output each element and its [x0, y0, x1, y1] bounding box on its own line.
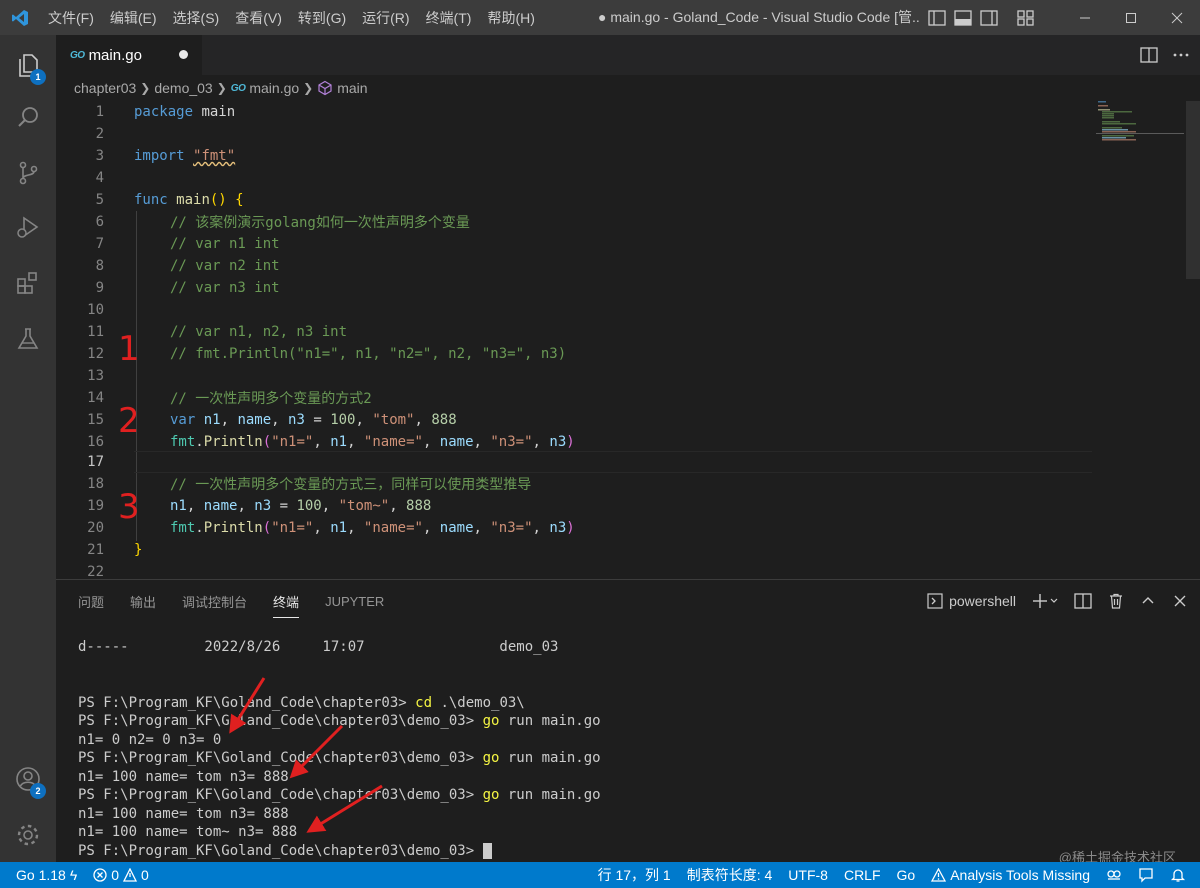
breadcrumb-file[interactable]: main.go	[249, 80, 299, 96]
symbol-method-icon	[318, 80, 332, 96]
menu-selection[interactable]: 选择(S)	[165, 8, 228, 28]
annotation-3: 3	[118, 487, 140, 527]
status-bar: Go 1.18 ϟ 0 0 行 17，列 1 制表符长度: 4 UTF-8 CRL…	[0, 862, 1200, 888]
toggle-sidebar-icon[interactable]	[928, 9, 946, 26]
close-button[interactable]	[1154, 0, 1200, 35]
code-line: 4	[95, 170, 104, 186]
menu-view[interactable]: 查看(V)	[227, 8, 290, 28]
source-control-button[interactable]	[0, 147, 56, 199]
analysis-tools-status[interactable]: Analysis Tools Missing	[923, 862, 1098, 888]
minimap[interactable]	[1096, 101, 1184, 161]
breadcrumb-folder-chapter03[interactable]: chapter03	[74, 80, 136, 96]
code-line: 1 package main	[95, 104, 236, 120]
more-actions-icon[interactable]	[1172, 47, 1190, 63]
search-icon	[18, 107, 38, 127]
editor-scrollbar[interactable]	[1186, 101, 1200, 279]
code-line: 21}	[87, 542, 143, 558]
breadcrumb-folder-demo03[interactable]: demo_03	[154, 80, 212, 96]
code-line: 2	[95, 126, 104, 142]
chevron-right-icon: ❯	[140, 81, 151, 95]
cursor-position-status[interactable]: 行 17，列 1	[590, 862, 679, 888]
menu-file[interactable]: 文件(F)	[40, 8, 102, 28]
maximize-button[interactable]	[1108, 0, 1154, 35]
code-line: 8// var n2 int	[95, 258, 280, 274]
annotation-arrows	[229, 677, 383, 833]
tab-main-go[interactable]: GO main.go	[56, 35, 202, 75]
menu-run[interactable]: 运行(R)	[354, 8, 417, 28]
eol-status[interactable]: CRLF	[836, 862, 889, 888]
error-icon	[93, 868, 107, 882]
code-line: 16 fmt.Println("n1=", n1, "name=", name, …	[87, 434, 575, 450]
toggle-secondary-sidebar-icon[interactable]	[980, 9, 998, 26]
menu-edit[interactable]: 编辑(E)	[102, 8, 165, 28]
accounts-button[interactable]: 2	[0, 753, 56, 805]
customize-layout-icon[interactable]	[1016, 9, 1036, 26]
lightning-icon: ϟ	[69, 867, 78, 883]
code-editor[interactable]: 1 package main 2 3 import "fmt" 4 5 func ma…	[56, 101, 1200, 579]
breadcrumb: chapter03 ❯ demo_03 ❯ GO main.go ❯ main	[56, 75, 1200, 101]
accounts-badge: 2	[30, 783, 46, 799]
go-file-icon: GO	[70, 49, 85, 61]
bottom-panel: 问题 输出 调试控制台 终端 JUPYTER powershell d-----…	[56, 579, 1200, 862]
encoding-status[interactable]: UTF-8	[780, 862, 836, 888]
tab-size-status[interactable]: 制表符长度: 4	[679, 862, 781, 888]
window-title: ● main.go - Goland_Code - Visual Studio …	[598, 9, 920, 25]
go-file-icon: GO	[230, 82, 246, 94]
explorer-button[interactable]: 1	[0, 39, 56, 91]
annotation-2: 2	[118, 401, 140, 441]
menu-bar: 文件(F) 编辑(E) 选择(S) 查看(V) 转到(G) 运行(R) 终端(T…	[40, 0, 543, 35]
split-editor-icon[interactable]	[1140, 47, 1158, 63]
code-line: 12// fmt.Println("n1=", n1, "n2=", n2, "…	[87, 346, 567, 362]
code-line: 5 func main() {	[95, 192, 244, 208]
gear-icon	[17, 824, 39, 846]
flask-icon	[17, 328, 39, 349]
explorer-badge: 1	[30, 69, 46, 85]
code-line: 15 var n1, name, n3 = 100, "tom", 888	[87, 412, 457, 428]
run-debug-button[interactable]	[0, 201, 56, 253]
feedback-icon[interactable]	[1130, 862, 1162, 888]
warning-icon	[931, 868, 947, 882]
code-line: 20 fmt.Println("n1=", n1, "name=", name, …	[87, 520, 575, 536]
code-line: 22	[87, 564, 104, 579]
notifications-bell-icon[interactable]	[1162, 862, 1194, 888]
tab-label: main.go	[88, 46, 142, 64]
source-control-icon	[19, 161, 38, 185]
code-line: 18// 一次性声明多个变量的方式三，同样可以使用类型推导	[87, 476, 532, 493]
toggle-panel-icon[interactable]	[954, 9, 972, 26]
menu-go[interactable]: 转到(G)	[290, 8, 354, 28]
code-line: 13	[87, 368, 104, 384]
code-line: 9// var n3 int	[95, 280, 280, 296]
testing-button[interactable]	[0, 313, 56, 365]
menu-help[interactable]: 帮助(H)	[479, 8, 542, 28]
code-line: 11// var n1, n2, n3 int	[87, 324, 348, 340]
unsaved-dot-icon[interactable]	[179, 50, 188, 59]
chevron-right-icon: ❯	[303, 81, 314, 95]
breadcrumb-symbol[interactable]: main	[337, 80, 367, 96]
copilot-icon[interactable]	[1098, 862, 1130, 888]
annotation-1: 1	[118, 329, 140, 369]
title-bar: 文件(F) 编辑(E) 选择(S) 查看(V) 转到(G) 运行(R) 终端(T…	[0, 0, 1200, 35]
problems-status[interactable]: 0 0	[85, 862, 157, 888]
code-line: 10	[87, 302, 104, 318]
manage-button[interactable]	[0, 809, 56, 861]
editor-tabs: GO main.go	[56, 35, 1200, 75]
run-debug-icon	[17, 216, 39, 238]
code-line: 7// var n1 int	[95, 236, 280, 252]
menu-terminal[interactable]: 终端(T)	[418, 8, 480, 28]
code-line-current: 17	[87, 454, 104, 470]
activity-bar: 1 2	[0, 35, 56, 862]
extensions-icon	[17, 272, 37, 294]
minimize-button[interactable]	[1062, 0, 1108, 35]
code-line: 3 import "fmt"	[95, 148, 236, 164]
warning-icon	[123, 868, 138, 882]
search-button[interactable]	[0, 91, 56, 143]
chevron-right-icon: ❯	[216, 81, 227, 95]
go-version-status[interactable]: Go 1.18 ϟ	[8, 862, 85, 888]
extensions-button[interactable]	[0, 257, 56, 309]
code-line: 14// 一次性声明多个变量的方式2	[87, 390, 372, 407]
vscode-logo-icon	[0, 0, 40, 35]
code-line: 6// 该案例演示golang如何一次性声明多个变量	[95, 214, 470, 231]
code-line: 19 n1, name, n3 = 100, "tom~", 888	[87, 498, 432, 514]
language-mode-status[interactable]: Go	[889, 862, 924, 888]
